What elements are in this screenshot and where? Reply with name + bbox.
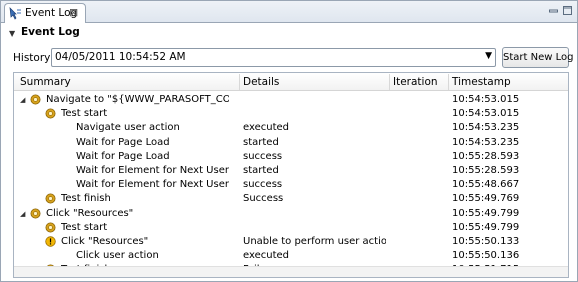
expand-toggle-icon[interactable]: ◢ [20,210,25,218]
view-tab-strip: Event Log ⊠ [1,1,577,23]
table-row[interactable]: Click user action executed 10:55:50.136 [14,249,568,263]
table-row[interactable]: Test start 10:54:53.015 [14,107,568,121]
summary-cell: Click user action [76,250,159,262]
event-log-icon [9,7,21,20]
event-log-view: Event Log ⊠ ▼ Event Log History 04/05/20… [0,0,578,282]
summary-cell: Wait for Element for Next User Action [76,165,229,176]
summary-cell: Navigate user action [76,122,180,134]
chevron-down-icon[interactable]: ▼ [485,51,492,61]
summary-cell: Test finish [61,193,111,205]
details-cell: Success [243,193,284,205]
table-row[interactable]: ◢ Click "Resources" 10:55:49.799 [14,207,568,221]
gear-icon [30,94,41,105]
start-new-log-button[interactable]: Start New Log [502,47,573,68]
table-row[interactable]: Wait for Element for Next User Action suc… [14,178,568,192]
horizontal-scrollbar[interactable] [14,266,568,277]
table-row[interactable]: ◢ Navigate to "${WWW_PARASOFT_COM_BASE 10:… [14,93,568,107]
section-title: Event Log [21,26,80,38]
summary-cell: Navigate to "${WWW_PARASOFT_COM_BASE [46,94,229,105]
summary-cell: Click "Resources" [61,236,149,247]
summary-cell: Test start [61,221,108,233]
minimize-icon[interactable] [548,5,559,16]
table-row[interactable]: Test start 10:55:49.799 [14,221,568,235]
table-header: Summary Details Iteration Timestamp [14,73,568,91]
column-separator [448,74,449,90]
details-cell: Unable to perform user action: El... [243,236,386,247]
column-header-iteration[interactable]: Iteration [393,76,438,88]
history-value: 04/05/2011 10:54:52 AM [55,51,186,63]
timestamp-cell: 10:55:49.769 [452,193,520,205]
table-row[interactable]: Test finish Success 10:55:49.769 [14,192,568,206]
expand-toggle-icon[interactable]: ◢ [20,97,25,104]
maximize-icon[interactable] [562,5,573,16]
history-label: History [13,52,51,64]
table-row[interactable]: Wait for Page Load started 10:54:53.235 [14,136,568,150]
history-select[interactable]: 04/05/2011 10:54:52 AM ▼ [51,48,496,67]
summary-cell: Wait for Page Load [76,136,170,148]
column-header-timestamp[interactable]: Timestamp [452,76,511,88]
details-cell: success [243,179,283,191]
summary-cell: Wait for Page Load [76,150,170,162]
column-header-summary[interactable]: Summary [20,76,71,88]
warning-icon [45,236,56,247]
table-row[interactable]: Wait for Element for Next User Action sta… [14,164,568,178]
details-cell: executed [243,122,289,134]
timestamp-cell: 10:55:49.799 [452,221,520,233]
collapse-section-icon[interactable]: ▼ [9,29,15,38]
table-row[interactable]: Navigate user action executed 10:54:53.235 [14,121,568,135]
timestamp-cell: 10:55:50.133 [452,236,520,247]
timestamp-cell: 10:55:49.799 [452,207,520,219]
summary-cell: Wait for Element for Next User Action [76,179,229,191]
timestamp-cell: 10:54:53.235 [452,122,520,134]
timestamp-cell: 10:55:28.593 [452,150,520,162]
details-cell: success [243,150,283,162]
timestamp-cell: 10:54:53.015 [452,108,520,120]
column-separator [239,74,240,90]
tab-event-log[interactable]: Event Log ⊠ [4,3,86,23]
gear-icon [45,222,56,233]
timestamp-cell: 10:55:28.593 [452,165,520,176]
close-icon[interactable]: ⊠ [69,5,78,21]
gear-icon [45,108,56,119]
summary-cell: Click "Resources" [46,207,134,219]
timestamp-cell: 10:55:50.136 [452,250,520,262]
event-table: Summary Details Iteration Timestamp ◢ Nav… [13,72,569,278]
details-cell: executed [243,250,289,262]
table-row[interactable]: Wait for Page Load success 10:55:28.593 [14,150,568,164]
timestamp-cell: 10:55:48.667 [452,179,520,191]
timestamp-cell: 10:54:53.235 [452,136,520,148]
details-cell: started [243,165,279,176]
table-row[interactable]: Click "Resources" Unable to perform user … [14,235,568,249]
details-cell: started [243,136,279,148]
gear-icon [45,193,56,204]
timestamp-cell: 10:54:53.015 [452,94,520,105]
column-separator [389,74,390,90]
summary-cell: Test start [61,108,108,120]
column-header-details[interactable]: Details [243,76,279,88]
gear-icon [30,208,41,219]
